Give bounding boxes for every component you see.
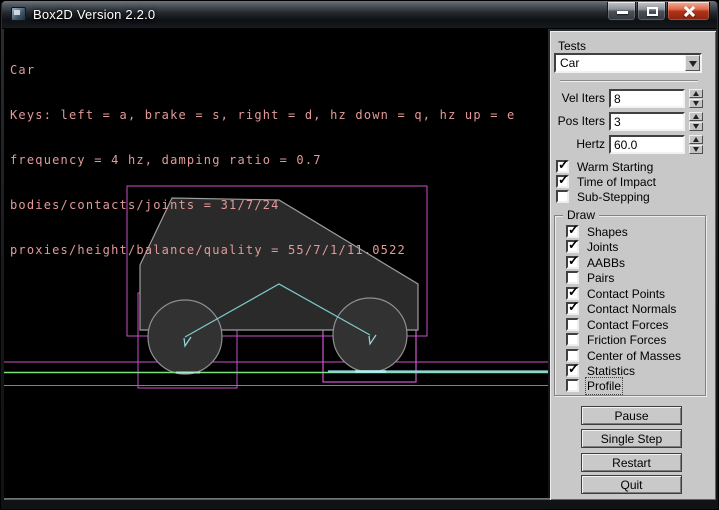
tests-label: Tests <box>558 39 586 53</box>
arrow-down-icon <box>693 101 699 106</box>
checkbox-box[interactable]: ✓ <box>566 333 579 346</box>
hertz-up-button[interactable] <box>689 135 703 144</box>
checkbox-label: AABBs <box>587 256 625 270</box>
checkbox-label: Statistics <box>587 364 635 378</box>
checkmark-icon: ✓ <box>568 362 579 375</box>
separator <box>560 80 698 82</box>
statistics-overlay: Car Keys: left = a, brake = s, right = d… <box>10 33 515 288</box>
stats-line-bodies: bodies/contacts/joints = 31/7/24 <box>10 198 515 213</box>
hertz-stepper[interactable] <box>689 135 703 154</box>
hertz-down-button[interactable] <box>689 145 703 154</box>
box2d-app-icon <box>11 7 26 21</box>
close-button[interactable] <box>667 2 710 21</box>
chevron-down-icon <box>689 61 697 67</box>
hertz-input[interactable] <box>609 135 685 154</box>
pos-iters-label: Pos Iters <box>550 114 605 128</box>
checkmark-icon: ✓ <box>568 238 579 251</box>
checkbox-label: Friction Forces <box>587 333 666 347</box>
checkbox-box[interactable]: ✓ <box>566 240 579 253</box>
maximize-button[interactable] <box>637 2 666 21</box>
checkbox-label: Sub-Stepping <box>577 190 650 204</box>
pos-iters-up-button[interactable] <box>689 112 703 121</box>
control-panel: Tests Car Vel Iters Pos Iters Hertz <box>550 31 716 500</box>
checkbox-label: Contact Points <box>587 287 665 301</box>
titlebar[interactable]: Box2D Version 2.2.0 <box>2 1 717 29</box>
stats-line-proxies: proxies/height/balance/quality = 55/7/1/… <box>10 243 515 258</box>
checkbox-label: Time of Impact <box>577 175 656 189</box>
checkbox-box[interactable]: ✓ <box>566 256 579 269</box>
minimize-icon <box>617 11 628 14</box>
pos-iters-stepper[interactable] <box>689 112 703 131</box>
hertz-label: Hertz <box>550 137 605 151</box>
close-icon <box>684 6 695 17</box>
pause-button[interactable]: Pause <box>581 406 682 425</box>
checkbox-label: Pairs <box>587 271 614 285</box>
simulation-canvas[interactable]: Car Keys: left = a, brake = s, right = d… <box>4 29 548 498</box>
vel-iters-input[interactable] <box>609 89 685 108</box>
checkbox-box[interactable]: ✓ <box>566 379 579 392</box>
arrow-up-icon <box>693 137 699 142</box>
checkmark-icon: ✓ <box>568 300 579 313</box>
stats-line-title: Car <box>10 63 515 78</box>
pos-iters-down-button[interactable] <box>689 122 703 131</box>
checkbox-label: Center of Masses <box>587 349 681 363</box>
checkbox-label: Contact Forces <box>587 318 668 332</box>
checkbox-box[interactable]: ✓ <box>566 302 579 315</box>
checkmark-icon: ✓ <box>568 285 579 298</box>
restart-button[interactable]: Restart <box>581 453 682 472</box>
checkbox-box[interactable]: ✓ <box>566 364 579 377</box>
single-step-button[interactable]: Single Step <box>581 429 682 448</box>
pos-iters-input[interactable] <box>609 112 685 131</box>
checkmark-icon: ✓ <box>568 223 579 236</box>
arrow-up-icon <box>693 114 699 119</box>
maximize-icon <box>647 7 658 16</box>
tests-dropdown[interactable]: Car <box>554 53 702 73</box>
vel-iters-stepper[interactable] <box>689 89 703 108</box>
tests-dropdown-button[interactable] <box>685 55 700 71</box>
draw-groupbox-label: Draw <box>563 208 599 222</box>
checkbox-label: Shapes <box>587 225 628 239</box>
vel-iters-up-button[interactable] <box>689 89 703 98</box>
arrow-down-icon <box>693 124 699 129</box>
draw-groupbox: Draw ✓ Shapes ✓ Joints ✓ AABBs ✓ Pairs ✓… <box>554 215 706 396</box>
app-window: Box2D Version 2.2.0 <box>0 0 719 510</box>
vel-iters-label: Vel Iters <box>550 91 605 105</box>
stats-line-keys: Keys: left = a, brake = s, right = d, hz… <box>10 108 515 123</box>
checkbox-box[interactable]: ✓ <box>556 190 569 203</box>
checkbox-label: Warm Starting <box>577 160 653 174</box>
minimize-button[interactable] <box>607 2 636 21</box>
vel-iters-down-button[interactable] <box>689 99 703 108</box>
checkbox-box[interactable]: ✓ <box>566 271 579 284</box>
checkmark-icon: ✓ <box>558 173 569 186</box>
checkbox-label: Profile <box>587 379 621 393</box>
arrow-down-icon <box>693 147 699 152</box>
quit-button[interactable]: Quit <box>581 475 682 494</box>
stats-line-frequency: frequency = 4 hz, damping ratio = 0.7 <box>10 153 515 168</box>
tests-dropdown-value: Car <box>560 56 579 70</box>
checkbox-label: Joints <box>587 240 618 254</box>
checkmark-icon: ✓ <box>568 254 579 267</box>
window-title: Box2D Version 2.2.0 <box>33 7 155 22</box>
checkbox-box[interactable]: ✓ <box>566 318 579 331</box>
checkmark-icon: ✓ <box>558 158 569 171</box>
checkbox-label: Contact Normals <box>587 302 676 316</box>
arrow-up-icon <box>693 91 699 96</box>
checkbox-box[interactable]: ✓ <box>556 175 569 188</box>
